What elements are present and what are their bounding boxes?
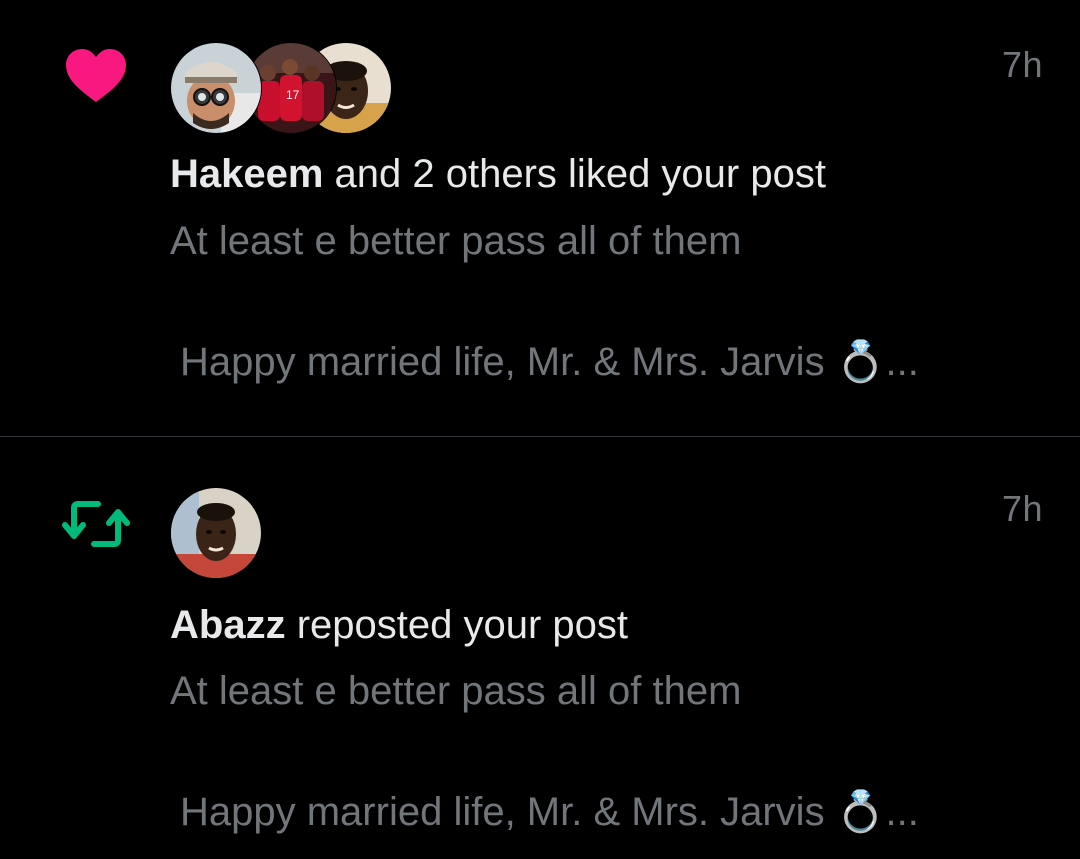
notification-text[interactable]: Hakeem and 2 others liked your post — [170, 152, 826, 197]
repost-icon — [60, 494, 132, 554]
post-snippet-line-2: Happy married life, Mr. & Mrs. Jarvis 💍.… — [180, 790, 919, 834]
avatar-hakeem[interactable] — [170, 42, 262, 134]
notification-text[interactable]: Abazz reposted your post — [170, 603, 628, 648]
notification-repost[interactable]: Abazz reposted your post At least e bett… — [0, 437, 1080, 859]
timestamp: 7h — [1001, 488, 1043, 529]
actor-name[interactable]: Abazz — [170, 603, 286, 647]
post-snippet-line-1: At least e better pass all of them — [170, 669, 742, 713]
action-text: and 2 others liked your post — [323, 152, 826, 196]
post-snippet-line-2: Happy married life, Mr. & Mrs. Jarvis 💍.… — [180, 340, 919, 384]
actor-name[interactable]: Hakeem — [170, 152, 323, 196]
timestamp: 7h — [1001, 44, 1043, 85]
heart-icon — [60, 46, 132, 106]
post-snippet-line-1: At least e better pass all of them — [170, 219, 742, 263]
svg-text:17: 17 — [286, 88, 300, 102]
action-text: reposted your post — [285, 603, 628, 647]
avatar-abazz[interactable] — [170, 487, 262, 579]
notification-like[interactable]: 17 7h Hakeem and 2 others liked your pos… — [0, 0, 1080, 436]
